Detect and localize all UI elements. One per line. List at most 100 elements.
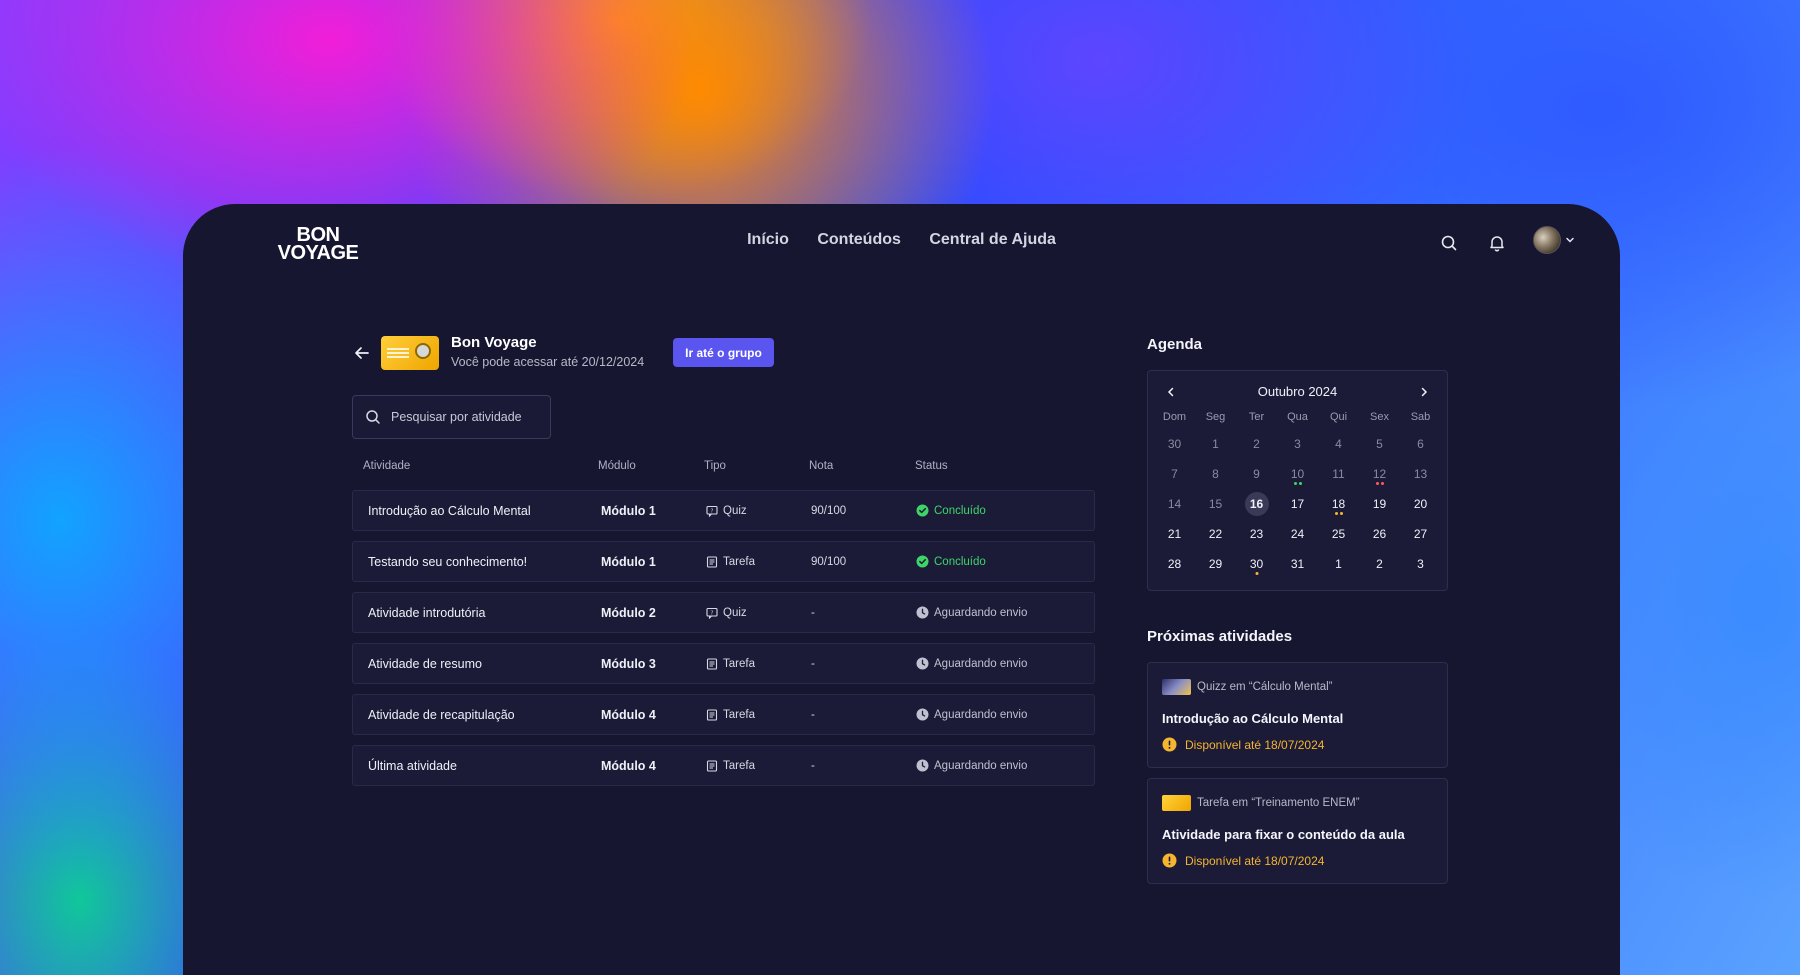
weekday-label: Seg bbox=[1205, 411, 1226, 423]
table-row[interactable]: Atividade de recapitulação Módulo 4 Tarefa… bbox=[352, 694, 1095, 735]
calendar-day[interactable]: 7 bbox=[1154, 459, 1195, 489]
col-activity: Atividade bbox=[363, 460, 411, 472]
calendar-day[interactable]: 26 bbox=[1359, 519, 1400, 549]
activity-type: ? Quiz bbox=[706, 607, 811, 619]
upcoming-card[interactable]: Quizz em “Cálculo Mental” Introdução ao … bbox=[1147, 662, 1448, 768]
calendar-day[interactable]: 10 bbox=[1277, 459, 1318, 489]
back-arrow-icon[interactable] bbox=[353, 344, 371, 362]
calendar-day[interactable]: 2 bbox=[1359, 549, 1400, 579]
calendar-day[interactable]: 3 bbox=[1277, 429, 1318, 459]
event-dots bbox=[1375, 482, 1384, 485]
activity-module: Módulo 3 bbox=[601, 656, 656, 671]
calendar-day[interactable]: 23 bbox=[1236, 519, 1277, 549]
upcoming-title: Próximas atividades bbox=[1147, 628, 1293, 645]
activity-type: Tarefa bbox=[706, 709, 811, 721]
status-badge: Aguardando envio bbox=[916, 606, 1094, 619]
calendar-day[interactable]: 13 bbox=[1400, 459, 1441, 489]
calendar-day[interactable]: 8 bbox=[1195, 459, 1236, 489]
user-menu[interactable] bbox=[1533, 226, 1576, 254]
weekday-label: Qui bbox=[1329, 411, 1348, 423]
calendar-day[interactable]: 14 bbox=[1154, 489, 1195, 519]
calendar-day[interactable]: 30 bbox=[1154, 429, 1195, 459]
course-thumbnail bbox=[381, 336, 439, 370]
table-row[interactable]: Atividade introdutória Módulo 2 ? Quiz - Agua… bbox=[352, 592, 1095, 633]
table-row[interactable]: Introdução ao Cálculo Mental Módulo 1 ? Qui… bbox=[352, 490, 1095, 531]
upcoming-meta: Quizz em “Cálculo Mental” bbox=[1197, 681, 1333, 693]
calendar-day[interactable]: 28 bbox=[1154, 549, 1195, 579]
avatar[interactable] bbox=[1533, 226, 1561, 254]
status-badge: Concluído bbox=[916, 555, 1094, 568]
calendar: Outubro 2024 Dom Seg Ter Qua Qui Sex Sab 30 1 2 3 4… bbox=[1147, 370, 1448, 591]
go-to-group-button[interactable]: Ir até o grupo bbox=[673, 338, 774, 367]
task-icon bbox=[706, 555, 718, 568]
task-icon bbox=[706, 708, 718, 721]
nav-inicio[interactable]: Início bbox=[747, 231, 789, 249]
calendar-day[interactable]: 12 bbox=[1359, 459, 1400, 489]
calendar-day-today[interactable]: 16 bbox=[1236, 489, 1277, 519]
upcoming-activity-title: Atividade para fixar o conteúdo da aula bbox=[1162, 827, 1405, 842]
calendar-day[interactable]: 31 bbox=[1277, 549, 1318, 579]
status-badge: Aguardando envio bbox=[916, 708, 1094, 721]
calendar-day[interactable]: 4 bbox=[1318, 429, 1359, 459]
activity-name: Testando seu conhecimento! bbox=[368, 554, 528, 569]
calendar-day[interactable]: 25 bbox=[1318, 519, 1359, 549]
nav-central-ajuda[interactable]: Central de Ajuda bbox=[929, 231, 1056, 249]
activity-module: Módulo 4 bbox=[601, 758, 656, 773]
calendar-day[interactable]: 29 bbox=[1195, 549, 1236, 579]
calendar-day[interactable]: 19 bbox=[1359, 489, 1400, 519]
calendar-day[interactable]: 24 bbox=[1277, 519, 1318, 549]
chevron-right-icon[interactable] bbox=[1417, 385, 1431, 399]
upcoming-card[interactable]: Tarefa em “Treinamento ENEM” Atividade p… bbox=[1147, 778, 1448, 884]
col-status: Status bbox=[915, 460, 948, 472]
task-icon bbox=[706, 657, 718, 670]
calendar-day[interactable]: 2 bbox=[1236, 429, 1277, 459]
calendar-day[interactable]: 9 bbox=[1236, 459, 1277, 489]
table-row[interactable]: Atividade de resumo Módulo 3 Tarefa - Aguard… bbox=[352, 643, 1095, 684]
activity-name: Última atividade bbox=[368, 758, 457, 773]
activity-module: Módulo 2 bbox=[601, 605, 656, 620]
table-row[interactable]: Última atividade Módulo 4 Tarefa - Aguardand… bbox=[352, 745, 1095, 786]
calendar-day[interactable]: 21 bbox=[1154, 519, 1195, 549]
course-access-date: Você pode acessar até 20/12/2024 bbox=[451, 355, 645, 369]
search-input[interactable] bbox=[391, 410, 541, 424]
calendar-day[interactable]: 1 bbox=[1195, 429, 1236, 459]
bell-icon[interactable] bbox=[1487, 233, 1507, 253]
activity-grade: 90/100 bbox=[811, 555, 847, 568]
activity-name: Atividade introdutória bbox=[368, 605, 486, 620]
calendar-day[interactable]: 1 bbox=[1318, 549, 1359, 579]
calendar-day[interactable]: 11 bbox=[1318, 459, 1359, 489]
clock-icon bbox=[916, 759, 929, 772]
activity-grade: - bbox=[811, 708, 815, 721]
clock-icon bbox=[916, 606, 929, 619]
col-module: Módulo bbox=[598, 460, 636, 472]
chevron-down-icon[interactable] bbox=[1564, 234, 1576, 246]
warning-icon bbox=[1162, 737, 1177, 752]
calendar-day[interactable]: 27 bbox=[1400, 519, 1441, 549]
activity-grade: - bbox=[811, 759, 815, 772]
search-icon[interactable] bbox=[1439, 233, 1459, 253]
activity-type: Tarefa bbox=[706, 760, 811, 772]
calendar-day[interactable]: 15 bbox=[1195, 489, 1236, 519]
weekday-label: Sab bbox=[1410, 411, 1431, 423]
check-circle-icon bbox=[916, 555, 929, 568]
event-dots bbox=[1255, 572, 1258, 575]
event-dots bbox=[1293, 482, 1302, 485]
clock-icon bbox=[916, 708, 929, 721]
calendar-day[interactable]: 20 bbox=[1400, 489, 1441, 519]
calendar-day[interactable]: 17 bbox=[1277, 489, 1318, 519]
calendar-day[interactable]: 3 bbox=[1400, 549, 1441, 579]
activity-search[interactable] bbox=[352, 395, 551, 439]
warning-icon bbox=[1162, 853, 1177, 868]
check-circle-icon bbox=[916, 504, 929, 517]
table-row[interactable]: Testando seu conhecimento! Módulo 1 Tarefa… bbox=[352, 541, 1095, 582]
status-badge: Aguardando envio bbox=[916, 759, 1094, 772]
calendar-day[interactable]: 22 bbox=[1195, 519, 1236, 549]
event-dots bbox=[1334, 512, 1343, 515]
activity-grade: - bbox=[811, 606, 815, 619]
calendar-day[interactable]: 18 bbox=[1318, 489, 1359, 519]
calendar-day[interactable]: 6 bbox=[1400, 429, 1441, 459]
calendar-day[interactable]: 5 bbox=[1359, 429, 1400, 459]
nav-conteudos[interactable]: Conteúdos bbox=[817, 231, 901, 249]
calendar-day[interactable]: 30 bbox=[1236, 549, 1277, 579]
weekday-label: Dom bbox=[1162, 411, 1187, 423]
